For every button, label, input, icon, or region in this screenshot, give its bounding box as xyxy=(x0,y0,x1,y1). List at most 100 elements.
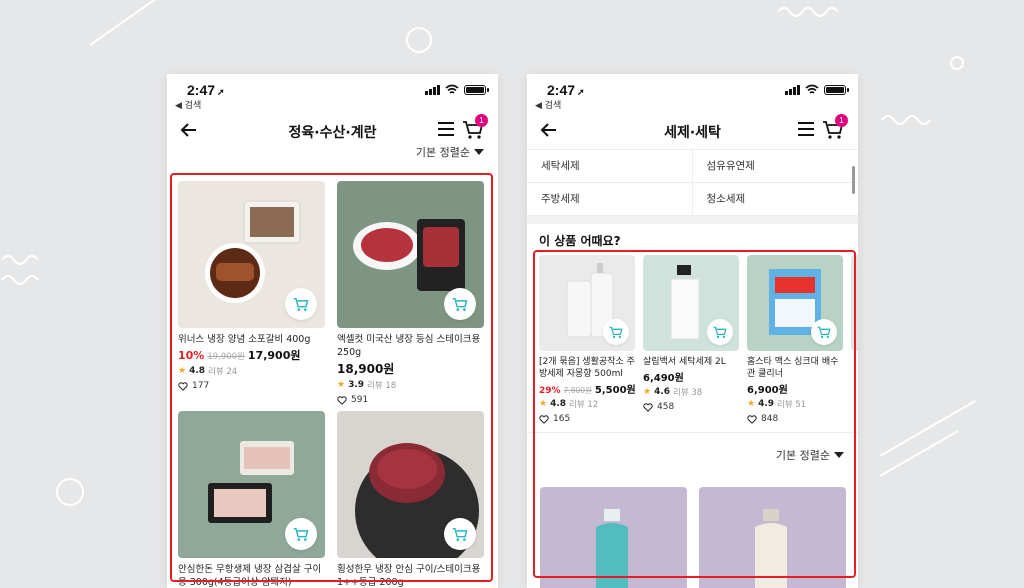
menu-icon[interactable] xyxy=(438,122,454,136)
back-to-search-link[interactable]: ◀ 검색 xyxy=(535,98,561,111)
star-icon: ★ xyxy=(539,399,548,409)
softener-bottle-image xyxy=(755,509,787,588)
caret-down-icon xyxy=(834,452,844,458)
product-image[interactable] xyxy=(178,411,325,558)
heart-icon[interactable] xyxy=(178,381,188,391)
status-bar: 2:47 ➚ xyxy=(527,82,858,98)
phone-screen-left: 2:47 ➚ ◀ 검색 정육·수산·계란 1 기본 정렬순 위너스 냉장 양념 … xyxy=(167,74,498,588)
status-time: 2:47 ➚ xyxy=(187,82,225,98)
category-item[interactable]: 청소세제 xyxy=(692,183,858,216)
sale-price: 5,500원 xyxy=(594,385,636,396)
rating-value: 4.6 xyxy=(654,387,671,397)
heart-icon[interactable] xyxy=(539,414,549,424)
like-row: 591 xyxy=(337,395,484,405)
menu-icon[interactable] xyxy=(798,122,814,136)
original-price: 7,800원 xyxy=(563,386,592,395)
like-count: 591 xyxy=(351,395,369,405)
add-to-cart-button[interactable] xyxy=(707,319,733,345)
decor-circle xyxy=(406,27,432,53)
original-price: 19,900원 xyxy=(207,352,245,362)
like-row: 458 xyxy=(643,402,739,412)
star-icon: ★ xyxy=(178,366,187,376)
sort-label: 기본 정렬순 xyxy=(415,146,470,159)
rating-value: 4.9 xyxy=(758,399,775,409)
product-card[interactable]: 살림백서 세탁세제 2L 6,490원 ★ 4.6 리뷰 38 458 xyxy=(643,255,739,424)
product-card[interactable]: 횡성한우 냉장 안심 구이/스테이크용 1++등급 200g xyxy=(337,411,484,588)
star-icon: ★ xyxy=(337,380,346,390)
product-name: 횡성한우 냉장 안심 구이/스테이크용 1++등급 200g xyxy=(337,564,481,588)
cart-icon xyxy=(293,527,309,541)
price-row: 6,900원 xyxy=(747,381,843,396)
review-count: 리뷰 38 xyxy=(673,388,703,398)
add-to-cart-button[interactable] xyxy=(444,518,476,550)
product-image[interactable] xyxy=(337,411,484,558)
status-time: 2:47 ➚ xyxy=(547,82,585,98)
product-image[interactable] xyxy=(643,255,739,351)
fabric-softener-image xyxy=(596,509,628,588)
product-image[interactable] xyxy=(178,181,325,328)
cart-button[interactable]: 1 xyxy=(822,114,848,140)
product-image[interactable] xyxy=(337,181,484,328)
product-card[interactable]: [2개 묶음] 생활공작소 주방세제 자몽향 500ml 29% 7,800원 … xyxy=(539,255,636,424)
sort-dropdown[interactable]: 기본 정렬순 xyxy=(776,447,844,463)
add-to-cart-button[interactable] xyxy=(285,288,317,320)
product-grid xyxy=(540,487,846,588)
wifi-icon xyxy=(445,84,459,94)
cart-button[interactable]: 1 xyxy=(462,114,488,140)
caret-down-icon xyxy=(474,149,484,155)
star-icon: ★ xyxy=(643,387,652,397)
decor-line xyxy=(89,0,165,46)
decor-line xyxy=(879,430,959,477)
product-card-partial[interactable] xyxy=(851,255,858,424)
decor-wave xyxy=(881,115,931,125)
add-to-cart-button[interactable] xyxy=(811,319,837,345)
product-image[interactable] xyxy=(540,487,687,588)
product-image[interactable] xyxy=(539,255,635,351)
section-divider xyxy=(527,216,858,224)
category-grid: 세탁세제 섬유유연제 주방세제 청소세제 xyxy=(527,149,858,216)
product-image[interactable] xyxy=(851,255,858,351)
cart-count-badge: 1 xyxy=(475,114,488,127)
heart-icon[interactable] xyxy=(747,414,757,424)
decor-wave xyxy=(1,255,39,285)
like-row: 165 xyxy=(539,414,635,424)
review-count: 리뷰 24 xyxy=(208,367,238,377)
product-card[interactable]: 홈스타 맥스 싱크대 배수관 클리너 6,900원 ★ 4.9 리뷰 51 84… xyxy=(747,255,843,424)
wifi-icon xyxy=(805,84,819,94)
price-row: 29% 7,800원 5,500원 xyxy=(539,381,636,396)
sort-dropdown[interactable]: 기본 정렬순 xyxy=(416,144,484,160)
cart-icon xyxy=(452,297,468,311)
product-grid: 위너스 냉장 양념 소포갈비 400g 10% 19,900원 17,900원 … xyxy=(178,181,484,588)
review-count: 리뷰 18 xyxy=(367,381,397,391)
back-to-search-link[interactable]: ◀ 검색 xyxy=(175,98,201,111)
decor-circle xyxy=(56,478,84,506)
category-item[interactable]: 세탁세제 xyxy=(527,150,693,183)
product-card[interactable]: 안심한돈 무항생제 냉장 삼겹살 구이용 300g(4등급이상 암퇘지) xyxy=(178,411,325,588)
product-image[interactable] xyxy=(747,255,843,351)
rating-value: 4.8 xyxy=(550,399,567,409)
product-card[interactable] xyxy=(699,487,846,588)
add-to-cart-button[interactable] xyxy=(285,518,317,550)
section-divider xyxy=(527,432,858,433)
add-to-cart-button[interactable] xyxy=(603,319,629,345)
category-item[interactable]: 주방세제 xyxy=(527,183,693,216)
sale-price: 6,900원 xyxy=(747,385,788,396)
sale-price: 6,490원 xyxy=(643,373,684,384)
heart-icon[interactable] xyxy=(337,395,347,405)
discount-rate: 10% xyxy=(178,349,205,362)
like-count: 165 xyxy=(553,414,571,424)
product-card[interactable] xyxy=(540,487,687,588)
recommend-carousel[interactable]: [2개 묶음] 생활공작소 주방세제 자몽향 500ml 29% 7,800원 … xyxy=(539,255,858,424)
heart-icon[interactable] xyxy=(643,402,653,412)
price-row: 18,900원 xyxy=(337,360,484,377)
sort-label: 기본 정렬순 xyxy=(775,449,830,462)
product-card[interactable]: 엑셀컷 미국산 냉장 등심 스테이크용 250g 18,900원 ★ 3.9 리… xyxy=(337,181,484,405)
product-card[interactable]: 위너스 냉장 양념 소포갈비 400g 10% 19,900원 17,900원 … xyxy=(178,181,325,405)
cart-count-badge: 1 xyxy=(835,114,848,127)
add-to-cart-button[interactable] xyxy=(444,288,476,320)
scrollbar[interactable] xyxy=(852,166,855,194)
product-name: 홈스타 맥스 싱크대 배수관 클리너 xyxy=(747,357,839,379)
product-image[interactable] xyxy=(699,487,846,588)
category-item[interactable]: 섬유유연제 xyxy=(692,150,858,183)
battery-icon xyxy=(464,84,489,95)
